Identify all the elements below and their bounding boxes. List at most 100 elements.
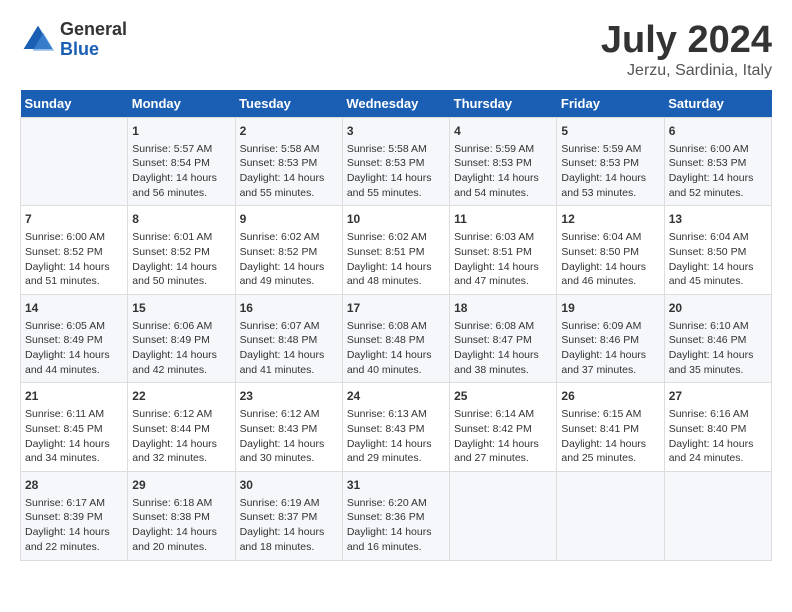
calendar-cell: 18 Sunrise: 6:08 AM Sunset: 8:47 PM Dayli…: [450, 294, 557, 383]
day-info: Sunrise: 6:10 AM Sunset: 8:46 PM Dayligh…: [669, 319, 767, 378]
logo-icon: [20, 22, 56, 58]
calendar-cell: 19 Sunrise: 6:09 AM Sunset: 8:46 PM Dayli…: [557, 294, 664, 383]
day-info: Sunrise: 6:07 AM Sunset: 8:48 PM Dayligh…: [240, 319, 338, 378]
day-number: 2: [240, 123, 338, 140]
day-number: 16: [240, 300, 338, 317]
day-number: 13: [669, 211, 767, 228]
day-number: 23: [240, 388, 338, 405]
calendar-cell: 24 Sunrise: 6:13 AM Sunset: 8:43 PM Dayli…: [342, 383, 449, 472]
day-number: 29: [132, 477, 230, 494]
day-number: 26: [561, 388, 659, 405]
month-title: July 2024: [601, 20, 772, 62]
day-number: 28: [25, 477, 123, 494]
calendar-cell: 10 Sunrise: 6:02 AM Sunset: 8:51 PM Dayli…: [342, 206, 449, 295]
day-info: Sunrise: 6:05 AM Sunset: 8:49 PM Dayligh…: [25, 319, 123, 378]
day-info: Sunrise: 6:13 AM Sunset: 8:43 PM Dayligh…: [347, 407, 445, 466]
day-info: Sunrise: 6:16 AM Sunset: 8:40 PM Dayligh…: [669, 407, 767, 466]
week-row-4: 21Sunrise: 6:11 AM Sunset: 8:45 PM Dayli…: [21, 383, 772, 472]
day-info: Sunrise: 5:58 AM Sunset: 8:53 PM Dayligh…: [240, 142, 338, 201]
calendar-cell: [21, 117, 128, 206]
day-info: Sunrise: 6:04 AM Sunset: 8:50 PM Dayligh…: [669, 230, 767, 289]
calendar-cell: 17Sunrise: 6:08 AM Sunset: 8:48 PM Dayli…: [342, 294, 449, 383]
week-row-5: 28 Sunrise: 6:17 AM Sunset: 8:39 PM Dayli…: [21, 471, 772, 560]
day-info: Sunrise: 6:03 AM Sunset: 8:51 PM Dayligh…: [454, 230, 552, 289]
calendar-cell: 5Sunrise: 5:59 AM Sunset: 8:53 PM Daylig…: [557, 117, 664, 206]
calendar-cell: 9Sunrise: 6:02 AM Sunset: 8:52 PM Daylig…: [235, 206, 342, 295]
calendar-cell: 13 Sunrise: 6:04 AM Sunset: 8:50 PM Dayli…: [664, 206, 771, 295]
calendar-cell: 16 Sunrise: 6:07 AM Sunset: 8:48 PM Dayli…: [235, 294, 342, 383]
calendar-cell: 8 Sunrise: 6:01 AM Sunset: 8:52 PM Daylig…: [128, 206, 235, 295]
logo-general: General: [60, 20, 127, 40]
calendar-cell: 22 Sunrise: 6:12 AM Sunset: 8:44 PM Dayli…: [128, 383, 235, 472]
calendar-cell: 1Sunrise: 5:57 AM Sunset: 8:54 PM Daylig…: [128, 117, 235, 206]
day-number: 22: [132, 388, 230, 405]
day-info: Sunrise: 6:08 AM Sunset: 8:47 PM Dayligh…: [454, 319, 552, 378]
header-thursday: Thursday: [450, 90, 557, 118]
day-info: Sunrise: 5:58 AM Sunset: 8:53 PM Dayligh…: [347, 142, 445, 201]
day-number: 7: [25, 211, 123, 228]
day-info: Sunrise: 5:57 AM Sunset: 8:54 PM Dayligh…: [132, 142, 230, 201]
calendar-cell: 3Sunrise: 5:58 AM Sunset: 8:53 PM Daylig…: [342, 117, 449, 206]
calendar-cell: 20Sunrise: 6:10 AM Sunset: 8:46 PM Dayli…: [664, 294, 771, 383]
calendar-cell: 12 Sunrise: 6:04 AM Sunset: 8:50 PM Dayli…: [557, 206, 664, 295]
day-number: 25: [454, 388, 552, 405]
calendar-cell: [557, 471, 664, 560]
day-info: Sunrise: 6:02 AM Sunset: 8:52 PM Dayligh…: [240, 230, 338, 289]
calendar-cell: 26Sunrise: 6:15 AM Sunset: 8:41 PM Dayli…: [557, 383, 664, 472]
day-number: 10: [347, 211, 445, 228]
day-info: Sunrise: 6:11 AM Sunset: 8:45 PM Dayligh…: [25, 407, 123, 466]
header-row: SundayMondayTuesdayWednesdayThursdayFrid…: [21, 90, 772, 118]
header-saturday: Saturday: [664, 90, 771, 118]
calendar-cell: [664, 471, 771, 560]
calendar-cell: 28 Sunrise: 6:17 AM Sunset: 8:39 PM Dayli…: [21, 471, 128, 560]
day-info: Sunrise: 6:12 AM Sunset: 8:44 PM Dayligh…: [132, 407, 230, 466]
calendar-cell: 14 Sunrise: 6:05 AM Sunset: 8:49 PM Dayli…: [21, 294, 128, 383]
day-number: 30: [240, 477, 338, 494]
calendar-cell: 23 Sunrise: 6:12 AM Sunset: 8:43 PM Dayli…: [235, 383, 342, 472]
day-info: Sunrise: 6:04 AM Sunset: 8:50 PM Dayligh…: [561, 230, 659, 289]
day-number: 6: [669, 123, 767, 140]
day-info: Sunrise: 6:17 AM Sunset: 8:39 PM Dayligh…: [25, 496, 123, 555]
day-info: Sunrise: 6:08 AM Sunset: 8:48 PM Dayligh…: [347, 319, 445, 378]
day-info: Sunrise: 6:00 AM Sunset: 8:52 PM Dayligh…: [25, 230, 123, 289]
day-info: Sunrise: 6:09 AM Sunset: 8:46 PM Dayligh…: [561, 319, 659, 378]
calendar-cell: 21Sunrise: 6:11 AM Sunset: 8:45 PM Dayli…: [21, 383, 128, 472]
day-number: 31: [347, 477, 445, 494]
calendar-cell: 27 Sunrise: 6:16 AM Sunset: 8:40 PM Dayli…: [664, 383, 771, 472]
day-number: 4: [454, 123, 552, 140]
day-number: 11: [454, 211, 552, 228]
calendar-cell: 29 Sunrise: 6:18 AM Sunset: 8:38 PM Dayli…: [128, 471, 235, 560]
week-row-1: 1Sunrise: 5:57 AM Sunset: 8:54 PM Daylig…: [21, 117, 772, 206]
calendar-cell: [450, 471, 557, 560]
day-info: Sunrise: 5:59 AM Sunset: 8:53 PM Dayligh…: [561, 142, 659, 201]
day-number: 18: [454, 300, 552, 317]
calendar-cell: 31Sunrise: 6:20 AM Sunset: 8:36 PM Dayli…: [342, 471, 449, 560]
calendar-cell: 2 Sunrise: 5:58 AM Sunset: 8:53 PM Daylig…: [235, 117, 342, 206]
logo: General Blue: [20, 20, 127, 60]
calendar-cell: 11 Sunrise: 6:03 AM Sunset: 8:51 PM Dayli…: [450, 206, 557, 295]
day-number: 8: [132, 211, 230, 228]
header-wednesday: Wednesday: [342, 90, 449, 118]
calendar-cell: 25Sunrise: 6:14 AM Sunset: 8:42 PM Dayli…: [450, 383, 557, 472]
day-number: 14: [25, 300, 123, 317]
week-row-2: 7 Sunrise: 6:00 AM Sunset: 8:52 PM Daylig…: [21, 206, 772, 295]
header-monday: Monday: [128, 90, 235, 118]
day-info: Sunrise: 6:19 AM Sunset: 8:37 PM Dayligh…: [240, 496, 338, 555]
calendar-table: SundayMondayTuesdayWednesdayThursdayFrid…: [20, 90, 772, 561]
day-number: 24: [347, 388, 445, 405]
day-info: Sunrise: 6:01 AM Sunset: 8:52 PM Dayligh…: [132, 230, 230, 289]
day-number: 19: [561, 300, 659, 317]
day-number: 27: [669, 388, 767, 405]
location: Jerzu, Sardinia, Italy: [601, 62, 772, 80]
day-info: Sunrise: 6:02 AM Sunset: 8:51 PM Dayligh…: [347, 230, 445, 289]
day-info: Sunrise: 6:18 AM Sunset: 8:38 PM Dayligh…: [132, 496, 230, 555]
day-number: 12: [561, 211, 659, 228]
day-info: Sunrise: 6:12 AM Sunset: 8:43 PM Dayligh…: [240, 407, 338, 466]
header-tuesday: Tuesday: [235, 90, 342, 118]
calendar-cell: 4 Sunrise: 5:59 AM Sunset: 8:53 PM Daylig…: [450, 117, 557, 206]
logo-text: General Blue: [60, 20, 127, 60]
title-section: July 2024 Jerzu, Sardinia, Italy: [601, 20, 772, 80]
day-info: Sunrise: 5:59 AM Sunset: 8:53 PM Dayligh…: [454, 142, 552, 201]
calendar-cell: 30 Sunrise: 6:19 AM Sunset: 8:37 PM Dayli…: [235, 471, 342, 560]
header-sunday: Sunday: [21, 90, 128, 118]
